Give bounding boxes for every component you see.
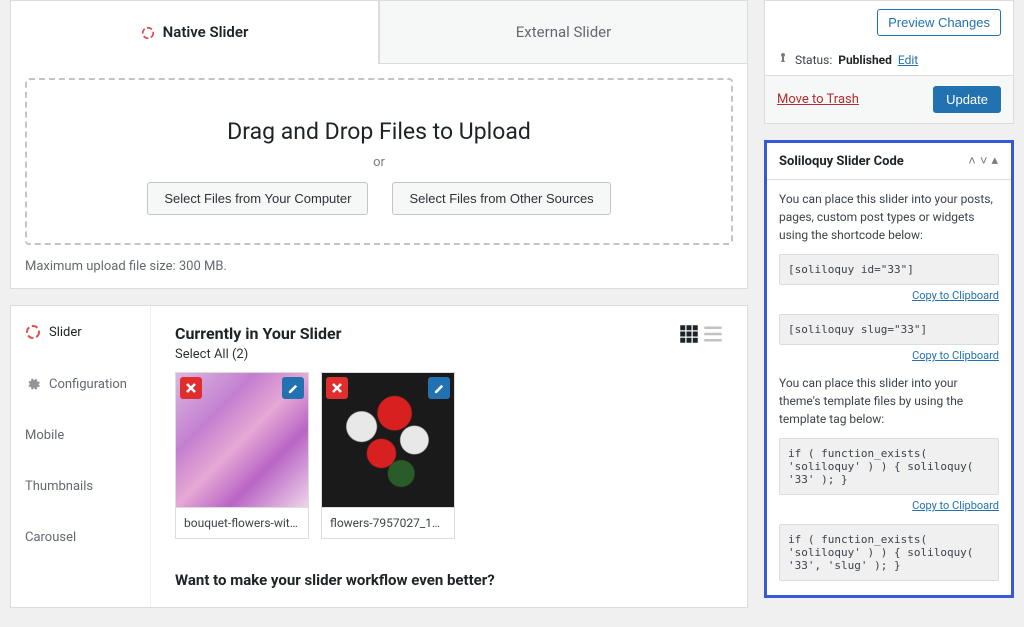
template-tag-slug[interactable]: if ( function_exists( 'soliloquy' ) ) { …	[779, 524, 999, 581]
upload-panel: Drag and Drop Files to Upload or Select …	[10, 64, 748, 289]
nav-label: Carousel	[25, 530, 76, 545]
view-toggle	[679, 324, 723, 344]
upload-size-note: Maximum upload file size: 300 MB.	[25, 259, 733, 274]
slide-item[interactable]: bouquet-flowers-with...	[175, 372, 309, 539]
slide-thumbnails: bouquet-flowers-with... flowers-7957027_…	[175, 372, 723, 539]
nav-mobile[interactable]: Mobile	[11, 410, 150, 461]
select-all-link[interactable]: Select All (2)	[175, 347, 248, 362]
slide-filename: bouquet-flowers-with...	[176, 507, 308, 538]
grid-view-button[interactable]	[679, 324, 699, 344]
nav-label: Mobile	[25, 428, 64, 443]
slider-type-tabs: Native Slider External Slider	[10, 0, 748, 64]
nav-carousel[interactable]: Carousel	[11, 512, 150, 563]
edit-slide-button[interactable]	[282, 377, 304, 399]
move-down-icon[interactable]: ˅	[979, 153, 989, 169]
publish-box: Preview Changes Status: Published Edit M…	[764, 0, 1014, 124]
tab-label: Native Slider	[163, 23, 249, 41]
status-label: Status:	[795, 53, 832, 67]
box-controls: ˄ ˅ ▴	[967, 153, 999, 169]
slide-filename: flowers-7957027_1280	[322, 507, 454, 538]
update-button[interactable]: Update	[933, 86, 1001, 113]
slider-content: Currently in Your Slider Select All (2) …	[151, 306, 747, 607]
edit-status-link[interactable]: Edit	[898, 53, 918, 67]
preview-changes-button[interactable]: Preview Changes	[877, 9, 1001, 36]
nav-label: Configuration	[49, 377, 127, 392]
box-title: Soliloquy Slider Code	[779, 154, 904, 169]
template-tag-id[interactable]: if ( function_exists( 'soliloquy' ) ) { …	[779, 438, 999, 495]
dropzone-title: Drag and Drop Files to Upload	[47, 118, 711, 145]
settings-nav: Slider Configuration Mobile Thumbnails C…	[11, 306, 151, 607]
toggle-icon[interactable]: ▴	[990, 153, 999, 169]
tab-external-slider[interactable]: External Slider	[379, 0, 748, 64]
slide-item[interactable]: flowers-7957027_1280	[321, 372, 455, 539]
slider-code-box: Soliloquy Slider Code ˄ ˅ ▴ You can plac…	[764, 140, 1014, 598]
nav-configuration[interactable]: Configuration	[11, 358, 150, 410]
copy-to-clipboard-link[interactable]: Copy to Clipboard	[779, 289, 999, 302]
content-heading: Currently in Your Slider	[175, 324, 342, 343]
nav-label: Slider	[49, 325, 82, 340]
code-description: You can place this slider into your post…	[779, 190, 999, 244]
move-up-icon[interactable]: ˄	[967, 153, 977, 169]
dropzone-or: or	[47, 155, 711, 170]
copy-to-clipboard-link[interactable]: Copy to Clipboard	[779, 499, 999, 512]
soliloquy-icon	[141, 26, 155, 40]
status-value: Published	[838, 53, 892, 67]
soliloquy-icon	[25, 324, 41, 340]
slider-settings-panel: Slider Configuration Mobile Thumbnails C…	[10, 305, 748, 608]
select-files-computer-button[interactable]: Select Files from Your Computer	[147, 182, 368, 215]
delete-slide-button[interactable]	[326, 377, 348, 399]
delete-slide-button[interactable]	[180, 377, 202, 399]
gear-icon	[25, 376, 41, 392]
list-view-button[interactable]	[703, 324, 723, 344]
move-to-trash-link[interactable]: Move to Trash	[777, 92, 859, 107]
code-description: You can place this slider into your them…	[779, 374, 999, 428]
select-files-other-button[interactable]: Select Files from Other Sources	[392, 182, 610, 215]
dropzone[interactable]: Drag and Drop Files to Upload or Select …	[25, 78, 733, 245]
promo-heading: Want to make your slider workflow even b…	[175, 571, 723, 589]
shortcode-id[interactable]: [soliloquy id="33"]	[779, 254, 999, 285]
tab-native-slider[interactable]: Native Slider	[10, 0, 379, 64]
copy-to-clipboard-link[interactable]: Copy to Clipboard	[779, 349, 999, 362]
edit-slide-button[interactable]	[428, 377, 450, 399]
nav-slider[interactable]: Slider	[11, 306, 150, 358]
nav-label: Thumbnails	[25, 479, 93, 494]
pin-icon	[777, 52, 789, 67]
nav-thumbnails[interactable]: Thumbnails	[11, 461, 150, 512]
tab-label: External Slider	[516, 23, 611, 41]
shortcode-slug[interactable]: [soliloquy slug="33"]	[779, 314, 999, 345]
